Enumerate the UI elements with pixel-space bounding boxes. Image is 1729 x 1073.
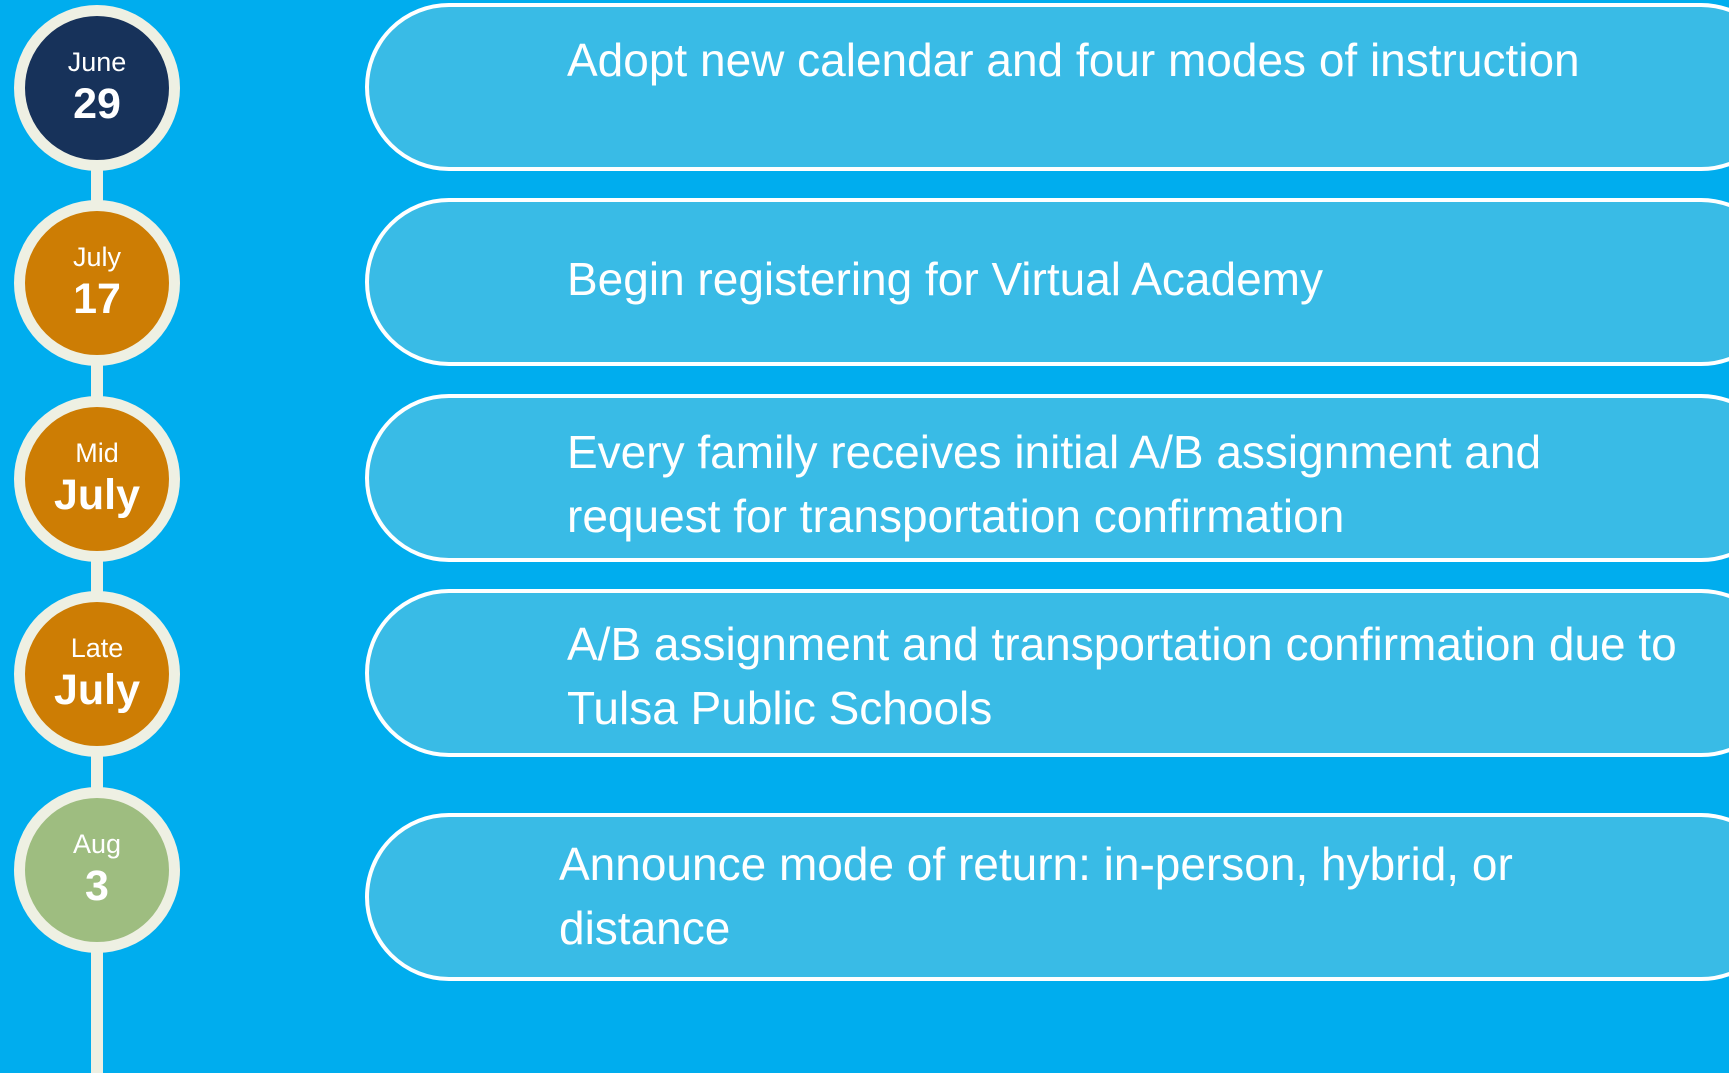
milestone-period-label: Mid	[75, 438, 119, 468]
event-text-2: Begin registering for Virtual Academy	[567, 253, 1323, 305]
milestone-period-label: Late	[70, 633, 124, 663]
event-text-5: Announce mode of return: in-person, hybr…	[559, 838, 1513, 954]
milestone-day-label: 3	[85, 862, 109, 910]
milestone-month-label: July	[72, 242, 121, 272]
milestone-month-label: July	[53, 666, 141, 714]
milestone-month-label: June	[67, 47, 127, 77]
milestone-late-july: Late July	[14, 591, 180, 757]
milestone-july-17: July 17	[14, 200, 180, 366]
milestone-month-label: Aug	[72, 829, 122, 859]
timeline-slide: June 29 July 17 Mid July Late July Aug 3…	[0, 0, 1729, 1073]
milestone-day-label: 17	[73, 275, 121, 323]
milestone-june-29: June 29	[14, 5, 180, 171]
milestone-mid-july: Mid July	[14, 396, 180, 562]
event-text-4: A/B assignment and transportation confir…	[567, 618, 1677, 734]
milestone-aug-3: Aug 3	[14, 787, 180, 953]
event-text-1: Adopt new calendar and four modes of ins…	[567, 34, 1580, 86]
milestone-month-label: July	[53, 471, 141, 519]
milestone-day-label: 29	[73, 80, 121, 128]
event-text-3: Every family receives initial A/B assign…	[567, 426, 1542, 542]
